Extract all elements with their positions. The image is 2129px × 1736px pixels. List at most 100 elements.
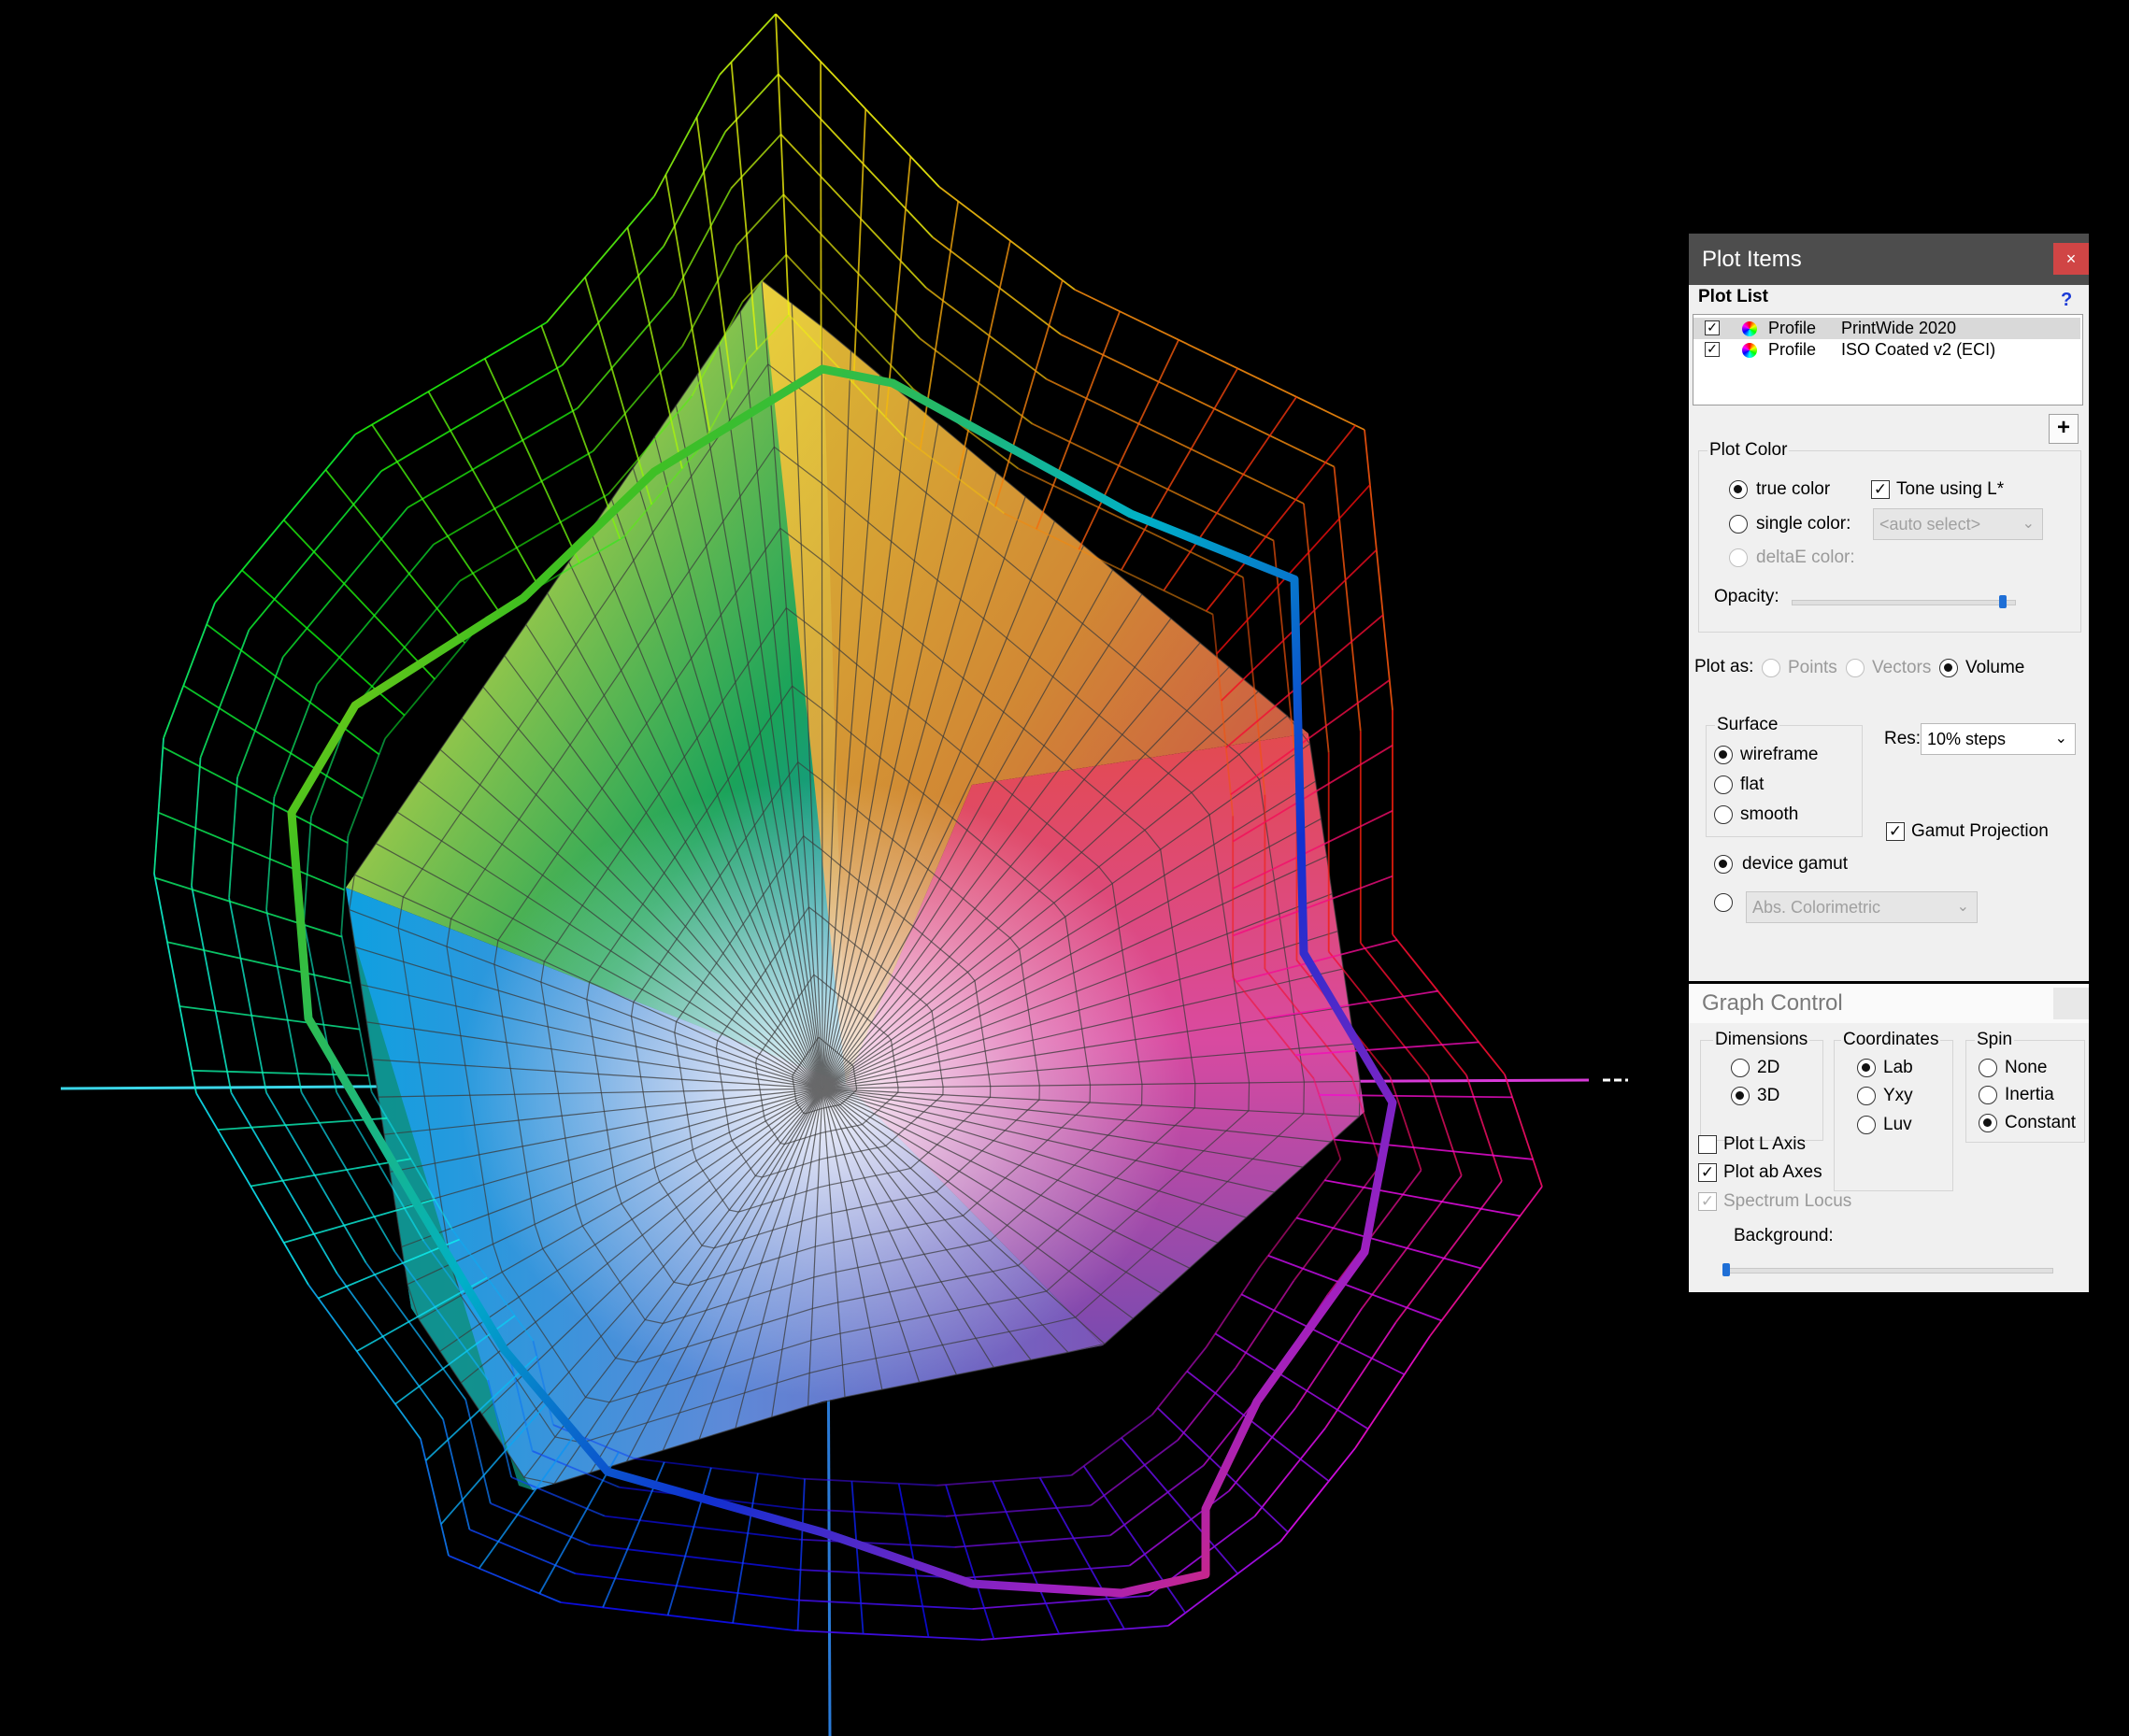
outer-wireframe-connector (850, 1481, 864, 1634)
outer-wireframe-edge (199, 629, 250, 759)
outer-wireframe-connector (1163, 396, 1297, 591)
plot-item-type: Profile (1768, 319, 1817, 337)
outer-wireframe-edge (577, 295, 674, 409)
plot-item-checkbox[interactable]: ✓ (1705, 342, 1720, 357)
graph-control-titlebar[interactable]: Graph Control (1689, 984, 2089, 1023)
coordinates-luv-radio[interactable] (1857, 1116, 1876, 1134)
outer-wireframe-connector (626, 227, 683, 469)
outer-wireframe-edge (795, 1599, 973, 1610)
close-icon[interactable] (2053, 988, 2089, 1019)
rendering-intent-value: Abs. Colorimetric (1752, 898, 1881, 917)
spin-constant-radio[interactable] (1979, 1114, 1997, 1132)
deltae-color-radio[interactable] (1729, 548, 1748, 567)
gamut-projection-checkbox[interactable]: ✓ (1886, 822, 1905, 841)
surface-wireframe-radio[interactable] (1714, 746, 1733, 764)
surface-smooth-radio[interactable] (1714, 805, 1733, 824)
outer-wireframe-connector (775, 13, 790, 316)
spin-inertia-radio[interactable] (1979, 1086, 1997, 1104)
gamut-plot-canvas[interactable] (0, 0, 1682, 1736)
true-color-radio[interactable] (1729, 480, 1748, 499)
outer-wireframe-edge (798, 1538, 955, 1548)
help-icon[interactable]: ? (2061, 290, 2072, 311)
rendering-intent-radio[interactable] (1714, 893, 1733, 912)
list-item[interactable]: ✓ Profile PrintWide 2020 (1693, 318, 2080, 339)
outer-wireframe-edge (719, 13, 777, 76)
outer-wireframe-edge (1504, 1074, 1543, 1188)
outer-wireframe-edge (214, 434, 356, 604)
tone-checkbox[interactable]: ✓ (1871, 480, 1890, 499)
add-plot-item-button[interactable]: + (2049, 414, 2079, 444)
outer-wireframe-edge (925, 287, 1048, 380)
res-select[interactable]: 10% steps ⌄ (1921, 723, 2076, 755)
plot-ab-axes-checkbox[interactable]: ✓ (1698, 1163, 1717, 1182)
background-slider[interactable] (1722, 1268, 2053, 1274)
plot-list[interactable]: ✓ Profile PrintWide 2020 ✓ Profile ISO C… (1693, 314, 2083, 406)
outer-wireframe-connector (283, 519, 436, 680)
spin-none-radio[interactable] (1979, 1059, 1997, 1077)
spin-label: Spin (1975, 1030, 2015, 1050)
outer-wireframe-edge (1360, 942, 1467, 1076)
single-color-select-value: <auto select> (1879, 515, 1981, 534)
plot-items-titlebar[interactable]: Plot Items × (1689, 234, 2089, 285)
coordinates-yxy-radio[interactable] (1857, 1087, 1876, 1105)
outer-wireframe-edge (653, 74, 721, 197)
plot-as-points-radio[interactable] (1762, 659, 1780, 677)
surface-flat-radio[interactable] (1714, 776, 1733, 794)
outer-wireframe-edge (236, 656, 284, 778)
outer-wireframe-edge (195, 1092, 309, 1286)
coordinates-lab-label: Lab (1883, 1058, 1913, 1077)
device-gamut-label: device gamut (1742, 854, 1849, 874)
dimensions-2d-radio[interactable] (1731, 1059, 1750, 1077)
gamut-3d-viewport[interactable] (0, 0, 1682, 1736)
plot-item-checkbox[interactable]: ✓ (1705, 320, 1720, 335)
plot-items-title: Plot Items (1702, 247, 1802, 272)
coordinates-lab-radio[interactable] (1857, 1059, 1876, 1077)
list-item[interactable]: ✓ Profile ISO Coated v2 (ECI) (1693, 339, 2080, 361)
plot-l-axis-checkbox[interactable] (1698, 1135, 1717, 1154)
outer-wireframe-edge (153, 737, 164, 875)
outer-wireframe-edge (938, 186, 1076, 291)
single-color-select[interactable]: <auto select> ⌄ (1873, 508, 2043, 540)
chevron-down-icon: ⌄ (2022, 516, 2035, 532)
dimensions-2d-label: 2D (1757, 1058, 1780, 1077)
opacity-label: Opacity: (1714, 587, 1779, 606)
outer-wireframe-edge (300, 1091, 396, 1253)
single-color-radio[interactable] (1729, 515, 1748, 534)
outer-wireframe-connector (992, 1480, 1061, 1635)
gamut-projection-label: Gamut Projection (1911, 821, 2049, 841)
rendering-intent-select[interactable]: Abs. Colorimetric ⌄ (1746, 891, 1978, 923)
device-gamut-radio[interactable] (1714, 855, 1733, 874)
outer-wireframe-edge (936, 1474, 1072, 1487)
outer-wireframe-edge (433, 450, 594, 546)
close-icon[interactable]: × (2053, 243, 2089, 275)
outer-wireframe-edge (469, 1529, 577, 1575)
outer-wireframe-edge (153, 873, 197, 1094)
dimensions-label: Dimensions (1713, 1030, 1810, 1050)
plot-as-vectors-radio[interactable] (1846, 659, 1865, 677)
deltae-color-label: deltaE color: (1756, 548, 1855, 567)
outer-wireframe-edge (307, 1284, 422, 1440)
chevron-down-icon: ⌄ (2054, 731, 2067, 747)
spin-none-label: None (2005, 1058, 2048, 1077)
opacity-slider-thumb[interactable] (1999, 595, 2008, 608)
opacity-slider[interactable] (1792, 600, 2016, 605)
plot-as-volume-radio[interactable] (1939, 659, 1958, 677)
dimensions-3d-radio[interactable] (1731, 1087, 1750, 1105)
graph-control-title: Graph Control (1702, 990, 1843, 1016)
outer-wireframe-connector (695, 117, 734, 390)
plot-item-name: ISO Coated v2 (ECI) (1841, 340, 1996, 359)
outer-wireframe-edge (1151, 1346, 1207, 1416)
outer-wireframe-edge (265, 909, 303, 1093)
outer-wireframe-edge (1324, 1321, 1397, 1429)
outer-wireframe-connector (945, 1484, 995, 1640)
outer-wireframe-edge (1279, 1447, 1356, 1543)
background-slider-thumb[interactable] (1722, 1263, 1730, 1276)
outer-wireframe-connector (820, 61, 822, 349)
spectrum-locus-label: Spectrum Locus (1723, 1191, 1852, 1211)
outer-wireframe-edge (407, 407, 579, 509)
plot-ab-axes-label: Plot ab Axes (1723, 1162, 1822, 1182)
spectrum-locus-checkbox[interactable]: ✓ (1698, 1192, 1717, 1211)
outer-wireframe-edge (1427, 1075, 1463, 1176)
plot-items-panel: Plot Items × Plot List ? ✓ Profile Print… (1689, 234, 2089, 981)
coordinates-label: Coordinates (1841, 1030, 1941, 1050)
